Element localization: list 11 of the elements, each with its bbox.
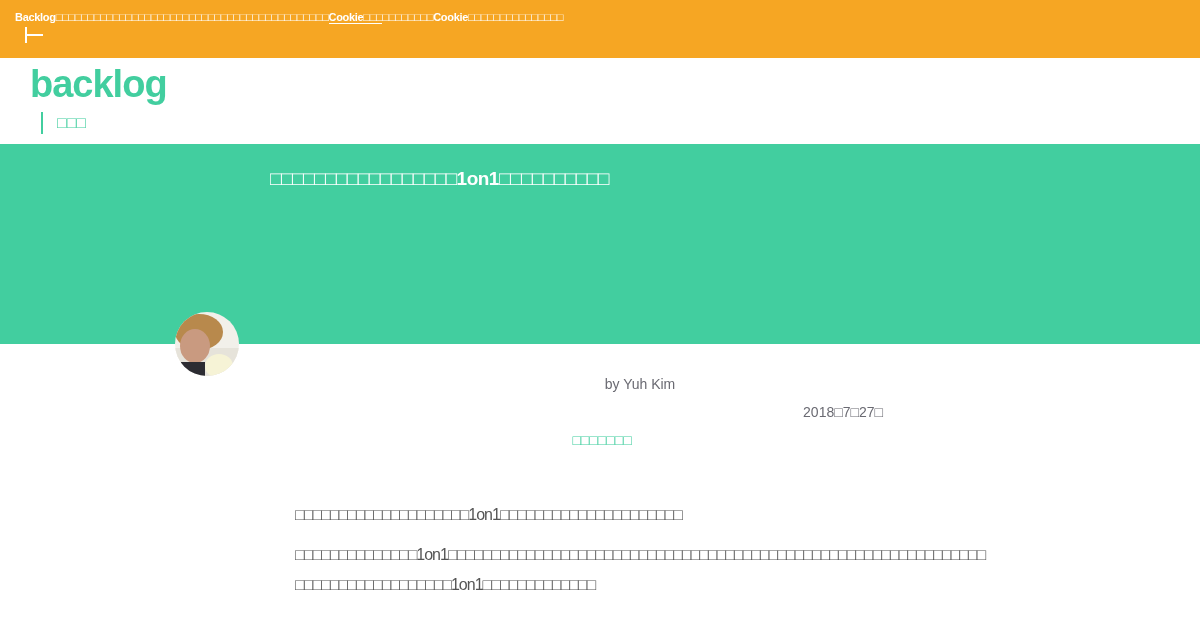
cookie-policy-link[interactable]: Cookie□□□ [328,11,383,24]
article-paragraph: □□□□□□□□□□□□□□1on1□□□□□□□□□□□□□□□□□□□□□□□□□□□□□□□□□□□□□□□□□□□□□□□□□□□□□□□□□□□□□□□□□□□□□□□□□□□□□□□□1on1□□□□□□□□□□□□□ [295,545,987,595]
author-name: by Yuh Kim [604,376,676,392]
cookie-notice-text: □□□□□□□□Cookie□□□□□□□□□□□□□□□ [382,11,564,23]
logo[interactable]: backlog [30,62,167,106]
article-paragraph: □□□□□□□□□□□□□□□□□□□□1on1□□□□□□□□□□□□□□□□□□□□□ [295,505,684,525]
article-title: □□□□□□□□□□□□□□□□□1on1□□□□□□□□□□ [269,167,611,190]
category-link[interactable]: □□□□□□□ [572,432,634,448]
publish-date: 2018□7□27□ [803,404,883,420]
nav-link[interactable]: □□□ [41,112,86,134]
cookie-notice-text: Backlog□□□□□□□□□□□□□□□□□□□□□□□□□□□□□□□□□□□□□□□□□□□ [15,11,329,23]
